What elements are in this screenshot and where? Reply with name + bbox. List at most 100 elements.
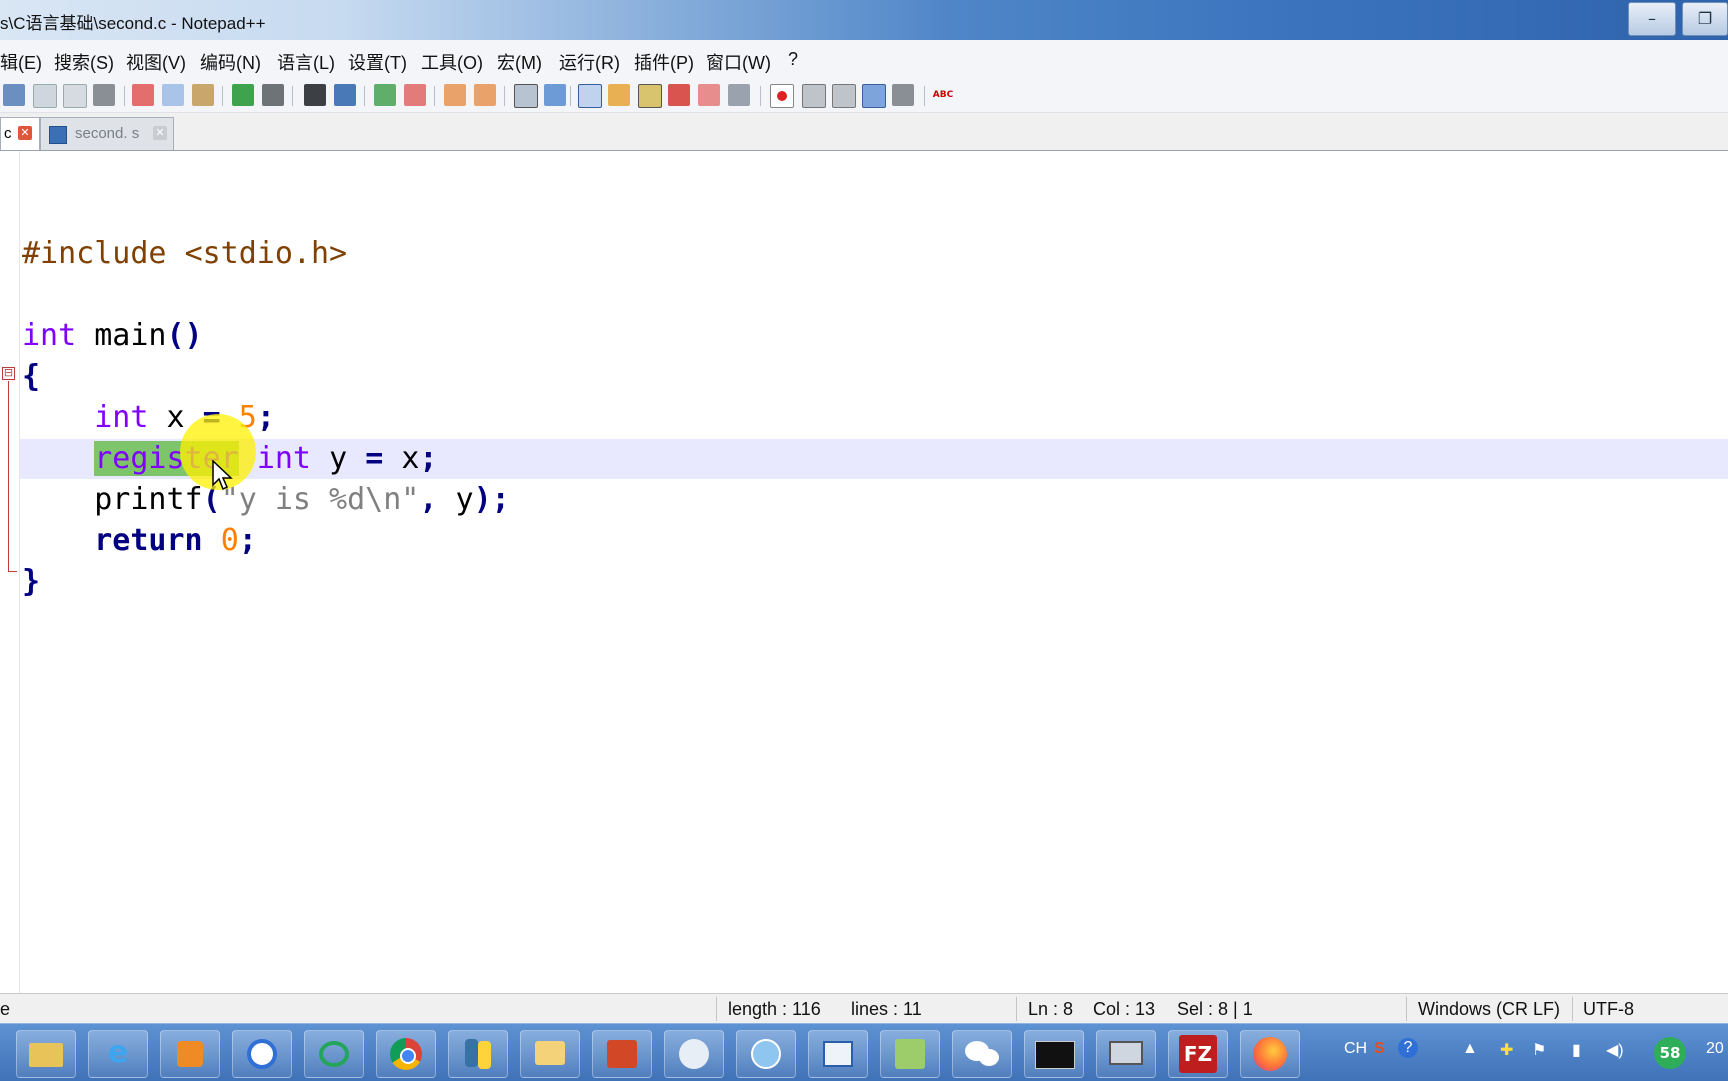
- brace-close: }: [22, 564, 41, 599]
- menu-run[interactable]: 运行(R): [559, 49, 620, 75]
- show-all-chars-icon[interactable]: [544, 84, 566, 106]
- operator: ,: [419, 482, 438, 517]
- chrome-icon[interactable]: [376, 1030, 436, 1078]
- fold-margin[interactable]: ⊟: [0, 151, 20, 993]
- sogou-input-icon[interactable]: S: [1374, 1040, 1385, 1058]
- tab-bar: c ✕ second. s ✕: [0, 113, 1728, 151]
- network-icon[interactable]: [736, 1030, 796, 1078]
- action-center-flag-icon[interactable]: ⚑: [1532, 1040, 1546, 1060]
- menu-macro[interactable]: 宏(M): [497, 49, 542, 75]
- status-sel: Sel : 8 | 1: [1177, 999, 1253, 1019]
- notification-badge[interactable]: 58: [1654, 1037, 1686, 1069]
- monitor-icon[interactable]: [728, 84, 750, 106]
- folder-workspace-icon[interactable]: [698, 84, 720, 106]
- outlook-icon[interactable]: [520, 1030, 580, 1078]
- tray-expand-icon[interactable]: ▲: [1462, 1040, 1478, 1058]
- battery-icon[interactable]: ▮: [1572, 1040, 1581, 1060]
- function-call: printf: [94, 482, 203, 517]
- open-file-icon[interactable]: [33, 84, 57, 108]
- cloud-app-icon[interactable]: [304, 1030, 364, 1078]
- operator: (): [166, 318, 203, 353]
- identifier: x: [166, 400, 185, 435]
- new-file-icon[interactable]: [3, 84, 25, 106]
- app-bird-icon[interactable]: [664, 1030, 724, 1078]
- menu-settings[interactable]: 设置(T): [348, 49, 407, 75]
- restore-button[interactable]: ❐: [1682, 2, 1728, 36]
- operator: ;: [419, 441, 438, 476]
- record-macro-icon[interactable]: [770, 84, 794, 108]
- doc-map-icon[interactable]: [638, 84, 662, 108]
- document-viewer-icon[interactable]: [808, 1030, 868, 1078]
- menu-view[interactable]: 视图(V): [126, 49, 186, 75]
- powerpoint-icon[interactable]: [592, 1030, 652, 1078]
- tab-close-icon[interactable]: ✕: [153, 126, 167, 140]
- menu-edit[interactable]: 辑(E): [0, 49, 42, 75]
- tab-label: c: [4, 125, 12, 142]
- tab-close-icon[interactable]: ✕: [18, 126, 32, 140]
- firefox-icon[interactable]: [1240, 1030, 1300, 1078]
- status-separator: [1406, 997, 1407, 1021]
- clock[interactable]: 20: [1706, 1040, 1724, 1058]
- help-icon[interactable]: ?: [1398, 1038, 1418, 1058]
- status-bar: e length : 116 lines : 11 Ln : 8 Col : 1…: [0, 993, 1728, 1024]
- user-lang-icon[interactable]: [608, 84, 630, 106]
- menu-language[interactable]: 语言(L): [277, 49, 335, 75]
- replace-icon[interactable]: [334, 84, 356, 106]
- code-editor[interactable]: ⊟ #include <stdio.h> int main() { int x …: [0, 151, 1728, 993]
- volume-icon[interactable]: ◀): [1606, 1040, 1624, 1060]
- menu-plugins[interactable]: 插件(P): [634, 49, 694, 75]
- copy-icon[interactable]: [162, 84, 184, 106]
- remote-desktop-icon[interactable]: [1096, 1030, 1156, 1078]
- save-macro-icon[interactable]: [892, 84, 914, 106]
- minimize-button[interactable]: –: [1628, 2, 1676, 36]
- run-multiple-icon[interactable]: [862, 84, 886, 108]
- media-player-icon[interactable]: [160, 1030, 220, 1078]
- sync-v-icon[interactable]: [444, 84, 466, 106]
- tray-app-icon[interactable]: ✚: [1500, 1040, 1513, 1060]
- playback-icon[interactable]: [832, 84, 856, 108]
- save-icon[interactable]: [63, 84, 87, 108]
- menu-tools[interactable]: 工具(O): [421, 49, 483, 75]
- menu-help[interactable]: ?: [788, 49, 798, 70]
- find-icon[interactable]: [304, 84, 326, 106]
- python-icon[interactable]: [448, 1030, 508, 1078]
- code-line-9: printf("y is %d\n", y);: [22, 480, 509, 520]
- spellcheck-icon[interactable]: ABC: [932, 84, 954, 106]
- file-explorer-icon[interactable]: [16, 1030, 76, 1078]
- menu-encoding[interactable]: 编码(N): [200, 49, 261, 75]
- tab-second-s[interactable]: second. s ✕: [40, 117, 174, 150]
- keyword: int: [94, 400, 149, 435]
- indent-guide-icon[interactable]: [578, 84, 602, 108]
- stop-record-icon[interactable]: [802, 84, 826, 108]
- sync-h-icon[interactable]: [474, 84, 496, 106]
- paste-icon[interactable]: [192, 84, 214, 106]
- function-list-icon[interactable]: [668, 84, 690, 106]
- toolbar-separator: [504, 86, 505, 106]
- zoom-out-icon[interactable]: [404, 84, 426, 106]
- title-bar[interactable]: s\C语言基础\second.c - Notepad++ – ❐: [0, 0, 1728, 40]
- operator: ): [473, 482, 492, 517]
- toolbar-separator: [434, 86, 435, 106]
- menu-window[interactable]: 窗口(W): [706, 49, 771, 75]
- code-line-6: {: [22, 357, 40, 397]
- word-wrap-icon[interactable]: [514, 84, 538, 108]
- fold-toggle-icon[interactable]: ⊟: [2, 367, 15, 380]
- wechat-icon[interactable]: [952, 1030, 1012, 1078]
- zoom-in-icon[interactable]: [374, 84, 396, 106]
- window-title: s\C语言基础\second.c - Notepad++: [0, 14, 266, 33]
- redo-icon[interactable]: [262, 84, 284, 106]
- undo-icon[interactable]: [232, 84, 254, 106]
- notepad-plus-plus-icon[interactable]: [880, 1030, 940, 1078]
- tray-language[interactable]: CH: [1344, 1040, 1367, 1058]
- cmd-terminal-icon[interactable]: [1024, 1030, 1084, 1078]
- baidu-netdisk-icon[interactable]: [232, 1030, 292, 1078]
- filezilla-icon[interactable]: FZ: [1168, 1030, 1228, 1078]
- print-icon[interactable]: [93, 84, 115, 106]
- internet-explorer-icon[interactable]: e: [88, 1030, 148, 1078]
- tab-second-c[interactable]: c ✕: [0, 117, 40, 150]
- status-encoding[interactable]: UTF-8: [1583, 999, 1634, 1020]
- status-eol[interactable]: Windows (CR LF): [1418, 999, 1560, 1020]
- cut-icon[interactable]: [132, 84, 154, 106]
- menu-search[interactable]: 搜索(S): [54, 49, 114, 75]
- code-line-11: }: [22, 562, 40, 602]
